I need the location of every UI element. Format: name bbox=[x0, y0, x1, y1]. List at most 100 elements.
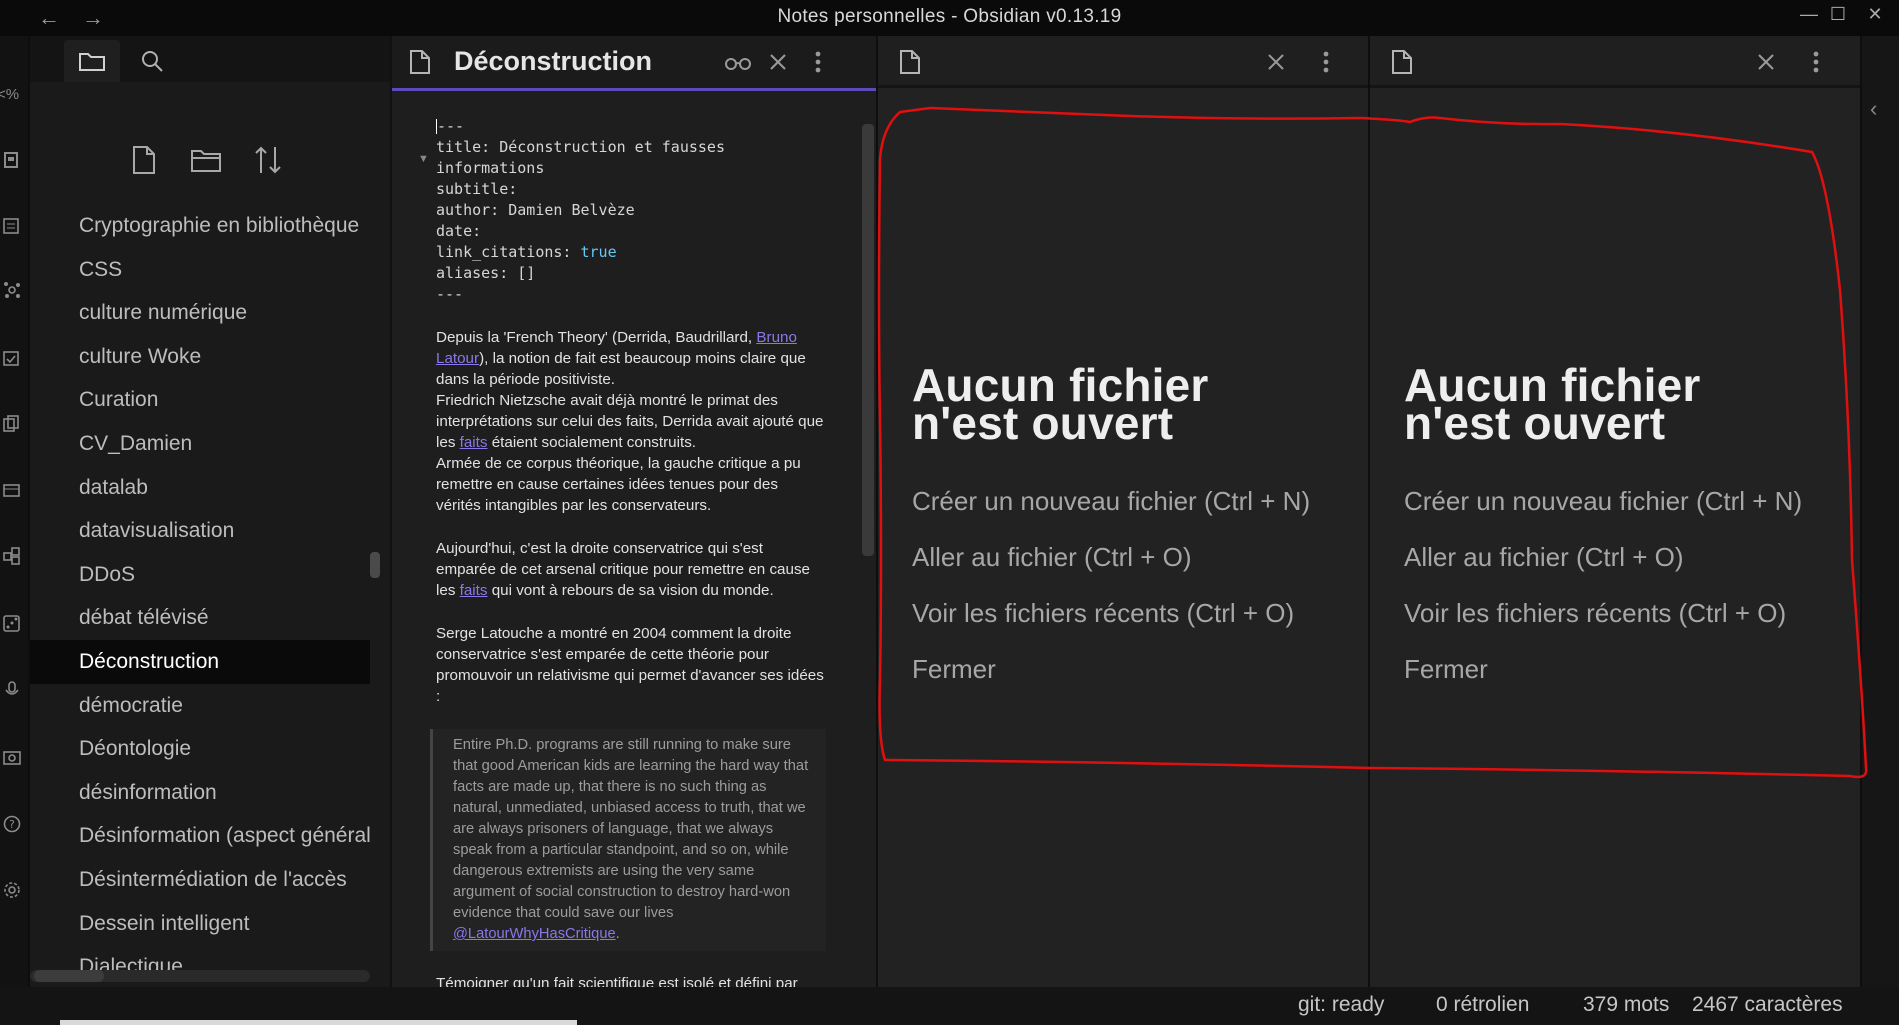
git-status[interactable]: git: ready bbox=[1298, 993, 1384, 1017]
new-note-button[interactable] bbox=[126, 142, 162, 178]
explorer-scrollbar[interactable] bbox=[370, 552, 380, 578]
copy-icon[interactable] bbox=[0, 412, 24, 436]
paragraph-3: Serge Latouche a montré en 2004 comment … bbox=[436, 625, 824, 705]
tab-search[interactable] bbox=[124, 40, 180, 82]
maximize-icon[interactable]: ☐ bbox=[1823, 4, 1853, 25]
new-folder-button[interactable] bbox=[188, 142, 224, 178]
tab-files[interactable] bbox=[64, 40, 120, 82]
recent-files-action[interactable]: Voir les fichiers récents (Ctrl + O) bbox=[912, 598, 1312, 629]
paragraph-1: Depuis la 'French Theory' (Derrida, Baud… bbox=[436, 327, 826, 516]
create-file-action[interactable]: Créer un nouveau fichier (Ctrl + N) bbox=[1404, 486, 1804, 517]
help-icon[interactable]: ? bbox=[0, 812, 24, 836]
empty-pane-1: Aucun fichier n'est ouvert Créer un nouve… bbox=[878, 36, 1368, 987]
minimize-icon[interactable]: — bbox=[1794, 4, 1824, 25]
word-count: 379 mots bbox=[1583, 993, 1670, 1016]
file-item[interactable]: Curation bbox=[30, 378, 370, 422]
reading-view-button[interactable] bbox=[722, 46, 754, 78]
close-action[interactable]: Fermer bbox=[1404, 654, 1804, 685]
go-to-file-action[interactable]: Aller au fichier (Ctrl + O) bbox=[912, 542, 1312, 573]
create-file-action[interactable]: Créer un nouveau fichier (Ctrl + N) bbox=[912, 486, 1312, 517]
file-explorer: Cryptographie en bibliothèque CSS culture … bbox=[30, 36, 390, 1004]
close-icon bbox=[1758, 54, 1774, 70]
camera-icon[interactable] bbox=[0, 746, 24, 770]
close-window-icon[interactable]: ✕ bbox=[1860, 4, 1890, 25]
p1-text-e: Armée de ce corpus théorique, la gauche … bbox=[436, 455, 801, 514]
file-icon[interactable] bbox=[898, 48, 922, 76]
file-item[interactable]: Dessein intelligent bbox=[30, 902, 370, 946]
file-item[interactable]: culture numérique bbox=[30, 291, 370, 335]
close-action[interactable]: Fermer bbox=[912, 654, 1312, 685]
frontmatter: --- title: Déconstruction et fausses inf… bbox=[436, 116, 826, 305]
empty-pane-header-2 bbox=[1370, 36, 1860, 88]
backlinks-count[interactable]: 0 rétrolien bbox=[1436, 993, 1529, 1017]
card-icon[interactable] bbox=[0, 478, 24, 502]
citation-link[interactable]: @LatourWhyHasCritique bbox=[453, 926, 616, 942]
file-icon[interactable] bbox=[408, 48, 432, 76]
file-item[interactable]: CV_Damien bbox=[30, 422, 370, 466]
templater-icon[interactable]: <% bbox=[0, 82, 20, 106]
editor-scrollbar[interactable] bbox=[862, 124, 874, 556]
file-item[interactable]: Désintermédiation de l'accès bbox=[30, 858, 370, 902]
new-note-icon bbox=[133, 146, 155, 174]
file-icon[interactable] bbox=[1390, 48, 1414, 76]
close-icon bbox=[1268, 54, 1284, 70]
file-item[interactable]: datalab bbox=[30, 466, 370, 510]
file-item[interactable]: démocratie bbox=[30, 684, 370, 728]
file-item[interactable]: Déconstruction bbox=[30, 639, 370, 684]
graph-icon[interactable] bbox=[0, 278, 24, 302]
empty-title: Aucun fichier n'est ouvert bbox=[912, 362, 1312, 446]
search-icon bbox=[142, 51, 163, 72]
obsidian-window: ← → Notes personnelles - Obsidian v0.13.… bbox=[0, 0, 1899, 1025]
puzzle-icon[interactable] bbox=[0, 544, 24, 568]
h-scroll-thumb[interactable] bbox=[34, 970, 104, 982]
link-faits-2[interactable]: faits bbox=[460, 582, 488, 599]
settings-icon[interactable] bbox=[0, 878, 24, 902]
empty-pane-2: Aucun fichier n'est ouvert Créer un nouve… bbox=[1370, 36, 1860, 987]
window-title: Notes personnelles - Obsidian v0.13.19 bbox=[777, 6, 1122, 27]
chevron-left-icon[interactable]: ‹ bbox=[1870, 96, 1877, 122]
dice-icon[interactable] bbox=[0, 612, 24, 636]
p2-text-b: qui vont à rebours de sa vision du monde… bbox=[487, 582, 774, 599]
sort-button[interactable] bbox=[250, 142, 286, 178]
close-pane-button[interactable] bbox=[762, 46, 794, 78]
fm-author: author: Damien Belvèze bbox=[436, 201, 635, 219]
news-icon[interactable] bbox=[0, 214, 24, 238]
close-pane-button[interactable] bbox=[1260, 46, 1292, 78]
folder-icon bbox=[79, 53, 105, 71]
microphone-icon[interactable] bbox=[0, 678, 24, 702]
empty-state: Aucun fichier n'est ouvert Créer un nouve… bbox=[912, 362, 1312, 685]
new-folder-icon bbox=[191, 150, 221, 172]
more-options-button[interactable] bbox=[1800, 46, 1832, 78]
empty-pane-header-1 bbox=[878, 36, 1368, 88]
file-item[interactable]: Dialectique bbox=[30, 945, 370, 989]
taskbar-edge bbox=[60, 1020, 577, 1025]
paragraph-2: Aujourd'hui, c'est la droite conservatri… bbox=[436, 538, 826, 601]
file-item[interactable]: désinformation bbox=[30, 771, 370, 815]
file-item[interactable]: Cryptographie en bibliothèque bbox=[30, 204, 370, 248]
file-item[interactable]: CSS bbox=[30, 248, 370, 292]
hammer-icon[interactable] bbox=[0, 148, 24, 172]
char-count: 2467 caractères bbox=[1692, 993, 1843, 1016]
more-options-button[interactable] bbox=[1310, 46, 1342, 78]
file-item[interactable]: DDoS bbox=[30, 553, 370, 597]
file-item[interactable]: datavisualisation bbox=[30, 509, 370, 553]
explorer-actions bbox=[30, 132, 390, 186]
file-item[interactable]: Désinformation (aspect général) bbox=[30, 814, 370, 858]
editor-content[interactable]: --- title: Déconstruction et fausses inf… bbox=[392, 94, 862, 987]
calendar-icon[interactable] bbox=[0, 346, 24, 370]
file-item[interactable]: Déontologie bbox=[30, 727, 370, 771]
file-item[interactable]: débat télévisé bbox=[30, 596, 370, 640]
recent-files-action[interactable]: Voir les fichiers récents (Ctrl + O) bbox=[1404, 598, 1804, 629]
sort-icon bbox=[255, 146, 281, 174]
p1-text-b: ), la notion de fait est beaucoup moins … bbox=[436, 350, 806, 388]
link-faits[interactable]: faits bbox=[460, 434, 488, 451]
glasses-icon bbox=[725, 58, 751, 70]
quote-end: . bbox=[615, 926, 620, 942]
close-pane-button[interactable] bbox=[1750, 46, 1782, 78]
file-item[interactable]: culture Woke bbox=[30, 335, 370, 379]
more-options-button[interactable] bbox=[802, 46, 834, 78]
explorer-h-scrollbar[interactable] bbox=[30, 970, 370, 982]
file-list: Cryptographie en bibliothèque CSS culture … bbox=[30, 204, 370, 1004]
go-to-file-action[interactable]: Aller au fichier (Ctrl + O) bbox=[1404, 542, 1804, 573]
more-vertical-icon bbox=[1813, 51, 1819, 73]
